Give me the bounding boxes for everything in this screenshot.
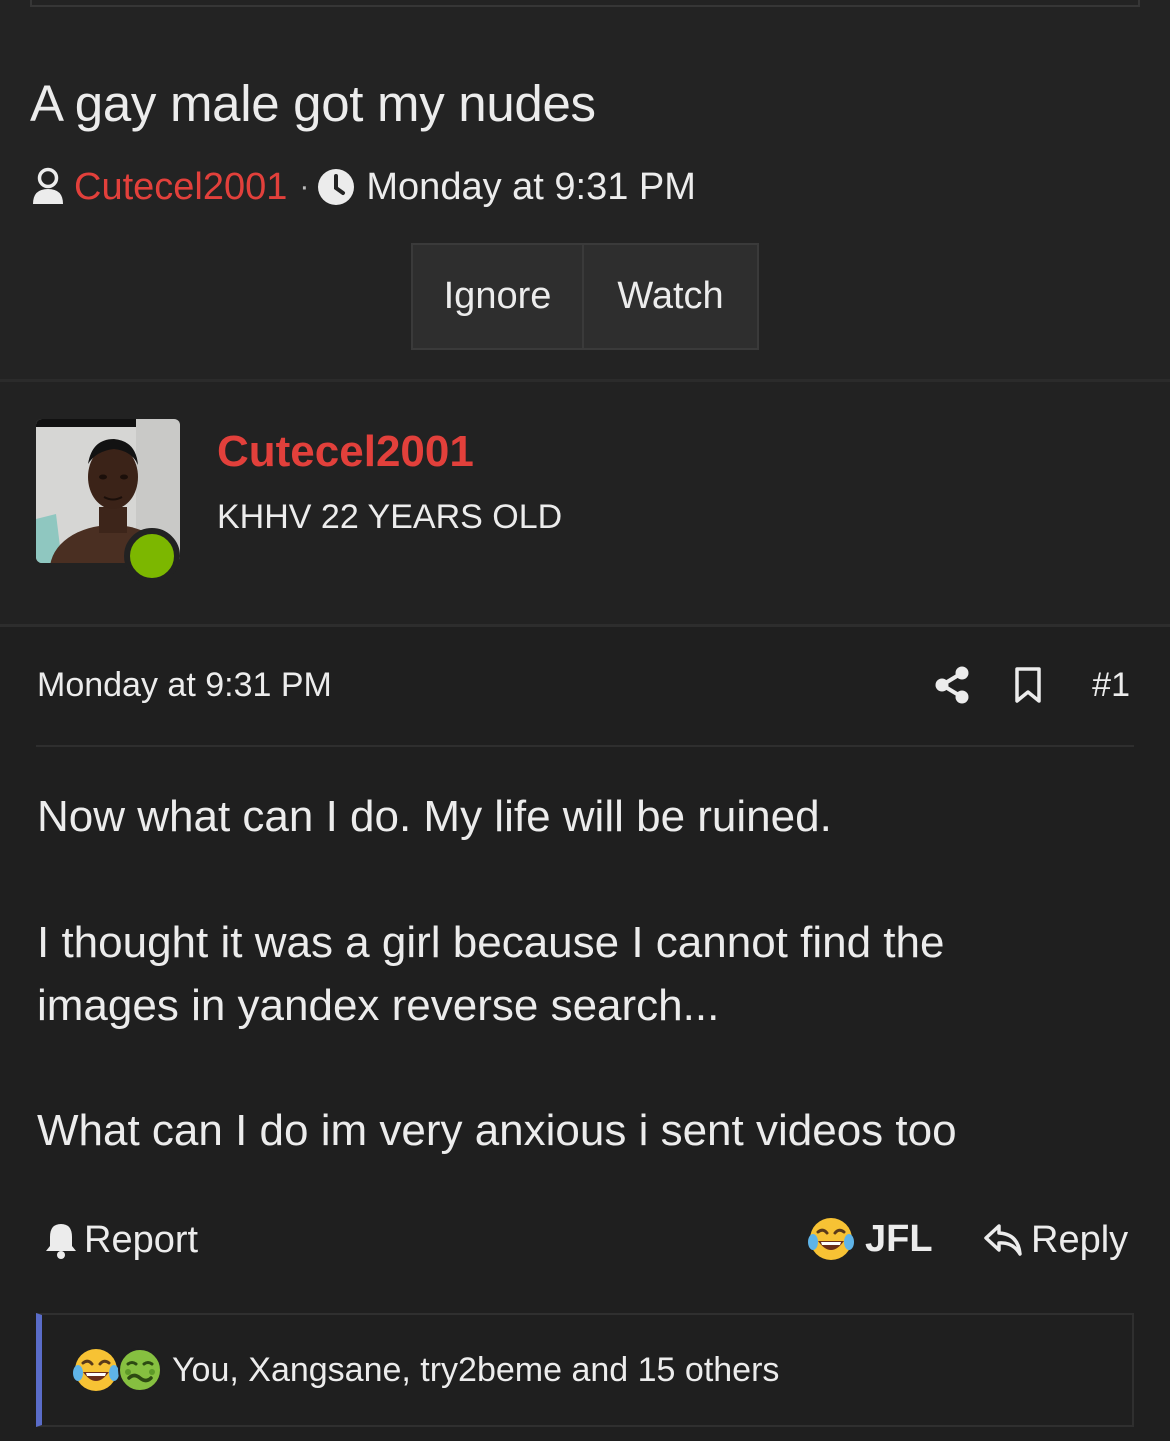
- post-header-actions: #1: [934, 664, 1130, 706]
- share-icon[interactable]: [934, 666, 970, 704]
- reactions-summary-bar[interactable]: You, Xangsane, try2beme and 15 others: [36, 1313, 1134, 1427]
- thread-author-link[interactable]: Cutecel2001: [74, 166, 287, 209]
- bookmark-icon[interactable]: [1014, 667, 1042, 703]
- report-button[interactable]: Report: [44, 1216, 198, 1264]
- thread-header: A gay male got my nudes Cutecel2001 · Mo…: [0, 0, 1170, 381]
- user-icon: [33, 167, 63, 204]
- online-status-indicator: [124, 528, 180, 584]
- reaction-users-list[interactable]: You, Xangsane, try2beme and 15 others: [172, 1351, 779, 1390]
- top-separator: [30, 0, 1140, 7]
- post-body-line: I thought it was a girl because I cannot…: [37, 918, 945, 967]
- post-date-link[interactable]: Monday at 9:31 PM: [37, 666, 332, 705]
- post-user-block: Cutecel2001 KHHV 22 YEARS OLD: [0, 382, 1170, 624]
- laughing-crying-emoji-icon: [73, 1349, 119, 1391]
- reaction-button[interactable]: JFL: [807, 1213, 933, 1265]
- thread-date-link[interactable]: Monday at 9:31 PM: [366, 166, 696, 209]
- nauseated-face-emoji-icon: [118, 1348, 162, 1392]
- post-body-line: What can I do im very anxious i sent vid…: [37, 1106, 957, 1155]
- reply-button[interactable]: Reply: [983, 1216, 1128, 1264]
- post-header-divider: [36, 745, 1134, 747]
- report-label: Report: [84, 1218, 199, 1261]
- bell-icon: [46, 1224, 76, 1259]
- ignore-button[interactable]: Ignore: [413, 245, 584, 348]
- thread-button-group: Ignore Watch: [411, 243, 759, 350]
- watch-button[interactable]: Watch: [584, 245, 757, 348]
- thread-meta: Cutecel2001 · Monday at 9:31 PM: [30, 165, 696, 209]
- post-body-line: Now what can I do. My life will be ruine…: [37, 792, 832, 841]
- post-username-link[interactable]: Cutecel2001: [217, 427, 474, 477]
- reply-label: Reply: [1031, 1218, 1129, 1261]
- clock-icon: [318, 169, 355, 205]
- meta-separator: ·: [299, 170, 310, 203]
- page: A gay male got my nudes Cutecel2001 · Mo…: [0, 0, 1170, 1441]
- reaction-label: JFL: [865, 1217, 933, 1260]
- thread-title: A gay male got my nudes: [30, 75, 596, 132]
- post-number-link[interactable]: #1: [1092, 666, 1130, 705]
- laughing-crying-emoji-icon: [808, 1218, 854, 1260]
- post-body-line: images in yandex reverse search...: [37, 981, 720, 1030]
- reply-icon: [984, 1224, 1022, 1256]
- user-title: KHHV 22 YEARS OLD: [217, 498, 563, 536]
